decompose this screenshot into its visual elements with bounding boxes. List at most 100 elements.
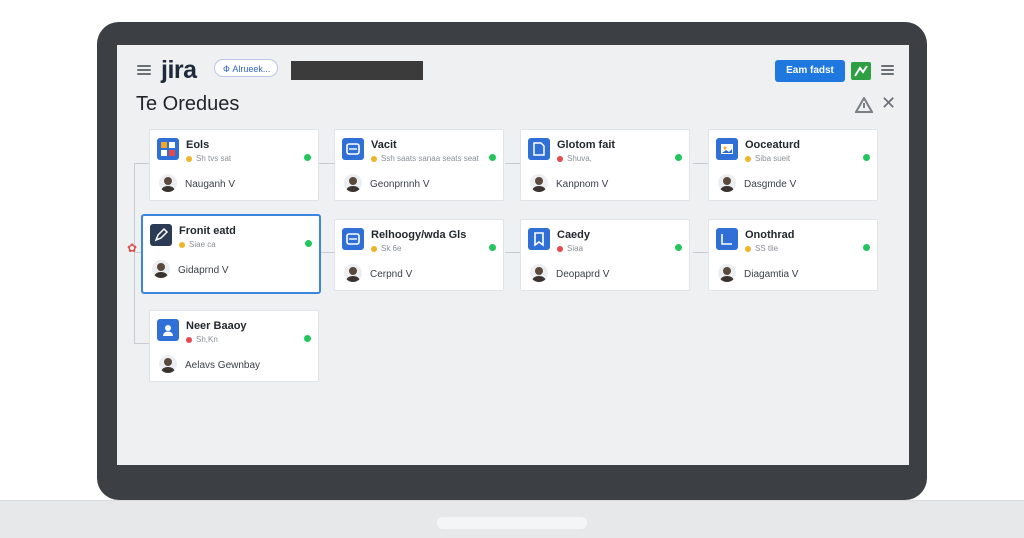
issue-card[interactable]: Fronit eatd Siae ca Gidaprnd V	[141, 214, 321, 294]
card-title[interactable]: Onothrad	[745, 229, 795, 241]
priority-dot	[371, 245, 377, 252]
flag-icon[interactable]	[851, 62, 871, 80]
status-dot	[863, 244, 870, 251]
priority-dot	[557, 155, 563, 162]
document-icon	[528, 138, 550, 160]
card-title[interactable]: Ooceaturd	[745, 139, 800, 151]
card-meta: Shuva,	[557, 154, 592, 163]
warning-icon[interactable]	[854, 95, 874, 113]
card-meta: Siaa	[557, 244, 583, 253]
app-logo[interactable]: jira	[161, 56, 197, 85]
priority-dot	[371, 155, 377, 162]
status-dot	[489, 244, 496, 251]
issue-card[interactable]: Vacit Ssh saats sanaa seats seat Geonprnnh…	[334, 129, 504, 201]
avatar	[530, 174, 548, 192]
card-meta-text: Sh,Kn	[196, 335, 218, 344]
avatar	[152, 260, 170, 278]
card-title[interactable]: Fronit eatd	[179, 225, 236, 237]
card-meta-text: Siba sueit	[755, 154, 791, 163]
card-title[interactable]: Relhoogy/wda Gls	[371, 229, 466, 241]
card-meta-text: Siae ca	[189, 240, 216, 249]
card-meta: Siba sueit	[745, 154, 790, 163]
laptop-notch	[437, 517, 587, 529]
issue-card[interactable]: Caedy Siaa Deopaprd V	[520, 219, 690, 291]
avatar	[718, 264, 736, 282]
assignee-name: Dasgmde V	[744, 179, 797, 190]
connector	[134, 343, 149, 344]
image-icon	[716, 138, 738, 160]
card-meta-text: Shuva,	[567, 154, 592, 163]
avatar	[718, 174, 736, 192]
user-icon	[157, 319, 179, 341]
close-icon[interactable]: ✕	[881, 93, 896, 113]
priority-dot	[186, 155, 192, 162]
assignee-name: Geonprnnh V	[370, 179, 430, 190]
priority-dot	[179, 241, 185, 248]
assignee-name: Deopaprd V	[556, 269, 610, 280]
issue-card[interactable]: Relhoogy/wda Gls Sk 6e Cerpnd V	[334, 219, 504, 291]
connector	[134, 163, 149, 164]
card-meta: Sh,Kn	[186, 335, 218, 344]
task-icon	[342, 138, 364, 160]
card-meta: SS tlie	[745, 244, 778, 253]
assignee-name: Aelavs Gewnbay	[185, 360, 261, 371]
status-dot	[675, 244, 682, 251]
assignee-name: Nauganh V	[185, 179, 236, 190]
card-meta: Sh tvs sat	[186, 154, 231, 163]
search-input[interactable]: Ф Alrueek...	[214, 59, 278, 77]
avatar	[159, 355, 177, 373]
card-title[interactable]: Neer Baaoy	[186, 320, 247, 332]
priority-dot	[745, 245, 751, 252]
avatar	[344, 174, 362, 192]
assignee-name: Kanpnom V	[556, 179, 609, 190]
card-meta-text: Sh tvs sat	[196, 154, 232, 163]
connector	[505, 163, 520, 164]
status-dot	[863, 154, 870, 161]
task-icon	[342, 228, 364, 250]
avatar	[159, 174, 177, 192]
issue-card[interactable]: Eols Sh tvs sat Nauganh V	[149, 129, 319, 201]
menu-icon[interactable]	[137, 65, 151, 75]
card-meta-text: Ssh saats sanaa seats seat	[381, 154, 479, 163]
card-title[interactable]: Caedy	[557, 229, 590, 241]
status-dot	[304, 154, 311, 161]
issue-card[interactable]: Ooceaturd Siba sueit Dasgmde V	[708, 129, 878, 201]
bookmark-icon	[528, 228, 550, 250]
card-meta-text: Siaa	[567, 244, 584, 253]
card-title[interactable]: Glotom fait	[557, 139, 615, 151]
card-title[interactable]: Eols	[186, 139, 209, 151]
priority-dot	[557, 245, 563, 252]
issue-card[interactable]: Neer Baaoy Sh,Kn Aelavs Gewnbay	[149, 310, 319, 382]
priority-dot	[186, 336, 192, 343]
status-dot	[489, 154, 496, 161]
redacted-bar	[291, 61, 423, 80]
root-node-icon: ✿	[126, 241, 138, 255]
chart-icon	[716, 228, 738, 250]
assignee-name: Gidaprnd V	[178, 265, 229, 276]
issue-card[interactable]: Glotom fait Shuva, Kanpnom V	[520, 129, 690, 201]
status-dot	[675, 154, 682, 161]
avatar	[344, 264, 362, 282]
avatar	[530, 264, 548, 282]
top-bar: jira Ф Alrueek... Eam fadst	[117, 45, 909, 93]
board-icon	[157, 138, 179, 160]
priority-dot	[745, 155, 751, 162]
connector	[321, 252, 334, 253]
primary-button[interactable]: Eam fadst	[775, 60, 845, 82]
app-screen: jira Ф Alrueek... Eam fadst Te Oredues ✕…	[117, 45, 909, 465]
issue-card[interactable]: Onothrad SS tlie Diagamtia V	[708, 219, 878, 291]
connector	[693, 163, 708, 164]
card-meta-text: Sk 6e	[381, 244, 402, 253]
connector	[693, 252, 708, 253]
connector	[319, 163, 334, 164]
more-menu-icon[interactable]	[881, 65, 894, 75]
connector	[505, 252, 520, 253]
card-meta: Ssh saats sanaa seats seat	[371, 154, 479, 163]
edit-icon	[150, 224, 172, 246]
status-dot	[304, 335, 311, 342]
card-meta: Siae ca	[179, 240, 216, 249]
page-title: Te Oredues	[136, 93, 240, 115]
assignee-name: Cerpnd V	[370, 269, 413, 280]
card-title[interactable]: Vacit	[371, 139, 397, 151]
assignee-name: Diagamtia V	[744, 269, 799, 280]
